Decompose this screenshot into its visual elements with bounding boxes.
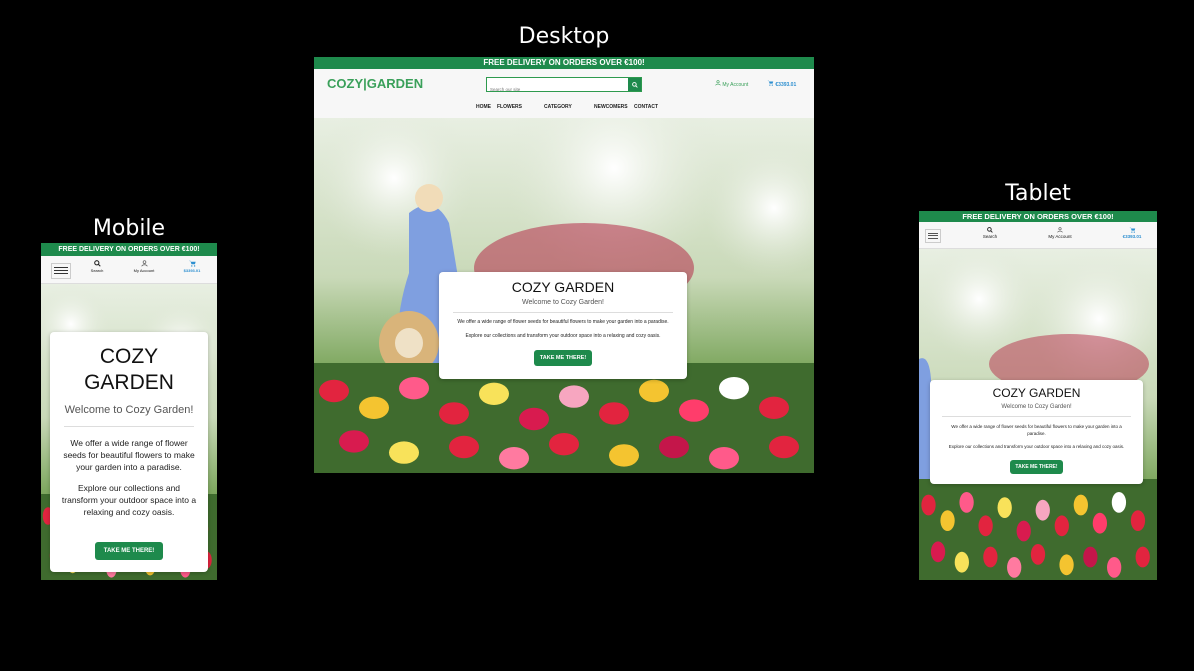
cart-total: €3393.01 (775, 82, 797, 88)
nav-home[interactable]: HOME (476, 104, 491, 110)
nav-newcomers[interactable]: NEWCOMERS (594, 104, 628, 110)
search-bar (486, 77, 642, 95)
cta-button[interactable]: TAKE ME THERE! (1010, 460, 1063, 474)
hero-text-1: We offer a wide range of flower seeds fo… (951, 424, 1122, 436)
account-link[interactable]: My Account (715, 80, 748, 88)
hero-card: COZY GARDEN Welcome to Cozy Garden! We o… (930, 380, 1143, 484)
search-label: Search (90, 268, 104, 273)
mobile-header: Search My Account $3393.01 (41, 256, 217, 284)
cart-total: $3393.01 (183, 268, 201, 273)
hero-text-2: Explore our collections and transform yo… (465, 333, 661, 339)
tablet-header: Search My Account €3393.01 (919, 222, 1157, 249)
search-button[interactable]: Search (979, 227, 1001, 239)
nav-category[interactable]: CATEGORY (544, 104, 572, 110)
hero-card: COZY GARDEN Welcome to Cozy Garden! We o… (50, 332, 208, 572)
search-label: Search (982, 234, 998, 239)
nav-contact[interactable]: CONTACT (634, 104, 658, 110)
hero-card: COZY GARDEN Welcome to Cozy Garden! We o… (439, 272, 687, 379)
desktop-header: COZY|GARDEN My Account €3393.01 HOME FLO… (314, 69, 814, 118)
hero-section: COZY GARDEN Welcome to Cozy Garden! We o… (41, 284, 217, 580)
search-submit-button[interactable] (628, 78, 641, 91)
promo-banner: FREE DELIVERY ON ORDERS OVER €100! (919, 211, 1157, 222)
hamburger-icon[interactable] (925, 229, 941, 243)
cart-button[interactable]: $3393.01 (179, 260, 205, 273)
account-button[interactable]: My Account (1043, 227, 1077, 239)
user-icon (140, 260, 148, 267)
hero-welcome: Welcome to Cozy Garden! (1001, 404, 1072, 410)
account-button[interactable]: My Account (129, 260, 159, 273)
hero-title: COZY GARDEN (511, 279, 615, 295)
cart-button[interactable]: €3393.01 (1117, 227, 1147, 239)
desktop-frame: FREE DELIVERY ON ORDERS OVER €100! COZY|… (314, 57, 814, 473)
hamburger-icon[interactable] (51, 263, 71, 279)
hero-section: COZY GARDEN Welcome to Cozy Garden! We o… (314, 118, 814, 473)
hero-section: COZY GARDEN Welcome to Cozy Garden! We o… (919, 249, 1157, 580)
promo-banner: FREE DELIVERY ON ORDERS OVER €100! (314, 57, 814, 69)
mobile-caption: Mobile (92, 216, 166, 241)
search-button[interactable]: Search (87, 260, 107, 273)
account-label: My Account (1048, 234, 1072, 239)
hero-text-1: We offer a wide range of flower seeds fo… (63, 438, 195, 472)
mobile-frame: FREE DELIVERY ON ORDERS OVER €100! Searc… (41, 243, 217, 580)
search-icon (987, 227, 993, 233)
nav-flowers[interactable]: FLOWERS (497, 104, 522, 110)
cart-icon (188, 260, 196, 267)
site-logo[interactable]: COZY|GARDEN (327, 76, 423, 91)
account-label: My Account (133, 268, 155, 273)
cart-link[interactable]: €3393.01 (767, 80, 796, 88)
tablet-frame: FREE DELIVERY ON ORDERS OVER €100! Searc… (919, 211, 1157, 580)
hero-text-2: Explore our collections and transform yo… (61, 483, 197, 517)
hero-welcome: Welcome to Cozy Garden! (64, 404, 194, 416)
desktop-caption: Desktop (518, 24, 610, 49)
hero-welcome: Welcome to Cozy Garden! (522, 299, 604, 306)
cta-button[interactable]: TAKE ME THERE! (533, 350, 593, 366)
hero-text-1: We offer a wide range of flower seeds fo… (457, 319, 669, 325)
search-icon (631, 81, 638, 88)
user-icon (1057, 227, 1063, 233)
hero-title: COZY GARDEN (992, 386, 1081, 400)
promo-banner: FREE DELIVERY ON ORDERS OVER €100! (41, 243, 217, 256)
search-icon (93, 260, 101, 267)
cart-icon (1129, 227, 1135, 233)
hero-text-2: Explore our collections and transform yo… (948, 444, 1125, 449)
account-label: My Account (722, 82, 749, 88)
hero-title: COZY GARDEN (84, 345, 174, 394)
cart-total: €3393.01 (1122, 234, 1142, 239)
user-icon (715, 80, 721, 86)
cart-icon (767, 80, 774, 86)
tablet-caption: Tablet (1005, 181, 1071, 206)
search-input[interactable] (487, 84, 623, 95)
cta-button[interactable]: TAKE ME THERE! (94, 542, 164, 560)
